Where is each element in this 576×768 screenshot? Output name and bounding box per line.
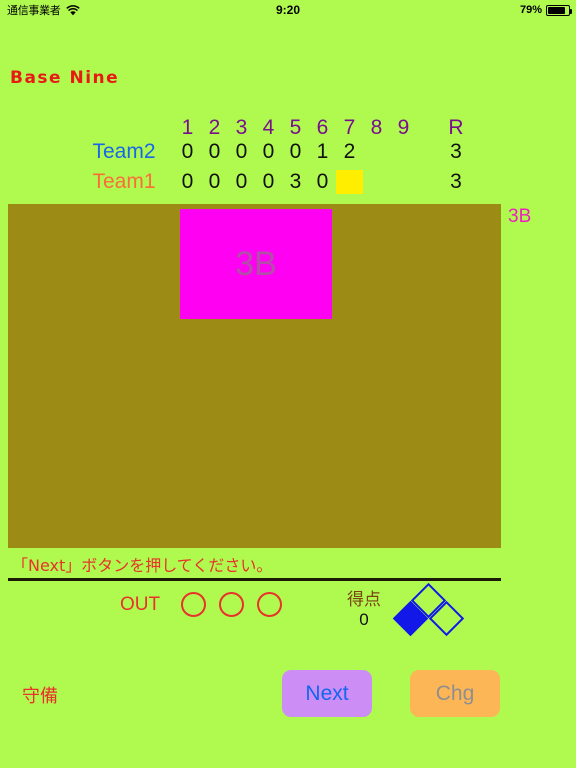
team1-inning-9 [390,170,417,194]
team2-inning-4: 0 [262,140,275,163]
team2-score-cells: 0 0 0 0 0 1 2 3 [174,140,473,164]
inning-header-4: 4 [262,116,275,139]
app-title: Base Nine [10,68,120,88]
team1-inning-8 [363,170,390,194]
out-indicator: OUT [120,592,283,617]
clock-label: 9:20 [275,3,301,17]
out-label: OUT [120,593,161,615]
team1-inning-7-current [336,170,363,194]
team1-inning-3: 0 [235,170,248,193]
team1-inning-2: 0 [208,170,221,193]
status-message: 「Next」ボタンを押してください。 [12,556,273,575]
score-value: 0 [359,610,369,629]
inning-header-6: 6 [316,116,329,139]
team2-inning-8 [363,140,390,164]
runs-header: R [448,116,464,139]
field-area[interactable]: 3B [8,204,501,548]
inning-header-5: 5 [289,116,302,139]
team2-inning-1: 0 [181,140,194,163]
inning-header-1: 1 [181,116,194,139]
team-name-team1: Team1 [92,170,156,193]
team2-inning-3: 0 [235,140,248,163]
team2-inning-7: 2 [343,140,356,163]
team2-inning-6: 1 [316,140,329,163]
base-diamond [392,582,465,640]
team1-score-cells: 0 0 0 0 3 0 3 [174,170,473,194]
play-result-card[interactable]: 3B [180,209,332,319]
out-dot-1[interactable] [181,592,207,617]
next-button[interactable]: Next [282,670,372,717]
team1-inning-4: 0 [262,170,275,193]
battery-icon [546,4,572,16]
play-result-label: 3B [235,244,277,283]
defense-status-label: 守備 [22,686,58,707]
scoreboard-header-cells: 1 2 3 4 5 6 7 8 9 R [174,116,473,140]
inning-header-8: 8 [370,116,383,139]
team1-inning-1: 0 [181,170,194,193]
field-side-label: 3B [508,206,532,227]
scoreboard-header-row: 1 2 3 4 5 6 7 8 9 R [78,116,464,140]
team1-inning-6: 0 [316,170,329,193]
inning-header-9: 9 [397,116,410,139]
out-dot-3[interactable] [257,592,283,617]
status-bar-right: 79% [519,0,572,20]
section-divider [8,578,501,581]
status-bar-clock: 9:20 [0,0,576,20]
status-bar: 通信事業者 9:20 79% [0,0,576,20]
inning-header-2: 2 [208,116,221,139]
team2-inning-2: 0 [208,140,221,163]
team2-runs: 3 [450,140,462,163]
scoreboard-row-team1: Team1 0 0 0 0 3 0 3 [78,170,462,196]
inning-header-7: 7 [343,116,356,139]
team-name-team2: Team2 [92,140,156,163]
team1-inning-5: 3 [289,170,302,193]
scoreboard-row-team2: Team2 0 0 0 0 0 1 2 3 [78,140,462,166]
score-label: 得点 [347,590,381,610]
team1-runs: 3 [450,170,462,193]
score-block: 得点 0 [336,590,392,630]
chg-button[interactable]: Chg [410,670,500,717]
scoreboard: 1 2 3 4 5 6 7 8 9 R Team2 0 0 0 0 0 1 2 … [78,116,464,260]
battery-fill [548,6,566,14]
out-dot-2[interactable] [219,592,245,617]
team2-inning-5: 0 [289,140,302,163]
battery-percent-label: 79% [519,4,542,16]
team2-inning-9 [390,140,417,164]
inning-header-3: 3 [235,116,248,139]
